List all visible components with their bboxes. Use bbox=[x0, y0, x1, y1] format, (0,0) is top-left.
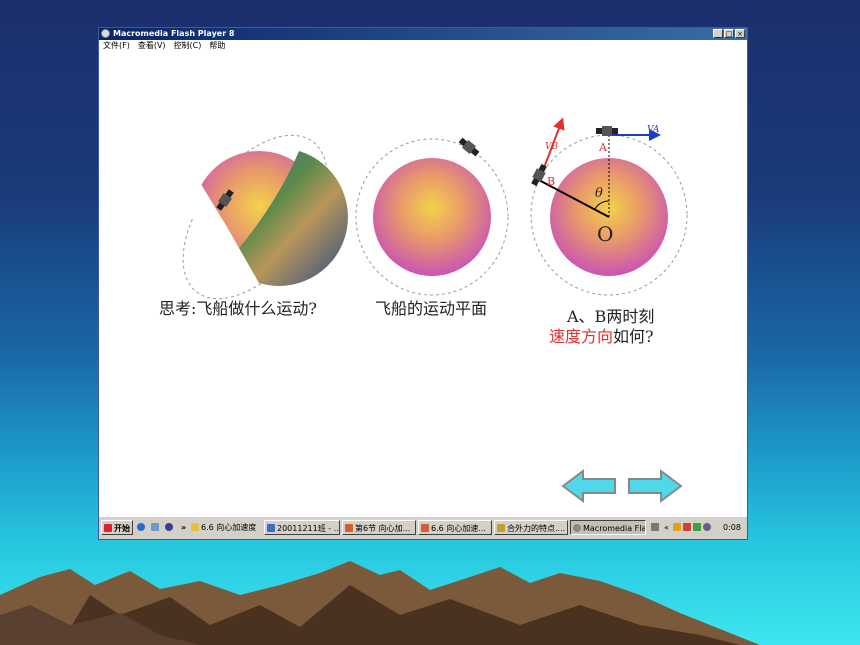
prev-arrow-button[interactable] bbox=[561, 469, 616, 503]
flash-player-window: Macromedia Flash Player 8 _ □ × 文件(F) 查看(… bbox=[98, 27, 748, 540]
quicklaunch-overflow[interactable]: » bbox=[181, 520, 186, 535]
ppt-icon bbox=[421, 524, 429, 532]
quicklaunch-media-icon[interactable] bbox=[165, 520, 175, 535]
maximize-button[interactable]: □ bbox=[724, 29, 734, 38]
label-theta: θ bbox=[595, 186, 603, 201]
taskbar-item-label: 20011211班 - ... bbox=[277, 524, 340, 533]
taskbar-item-ppt-2[interactable]: 6.6 向心加速... bbox=[418, 520, 492, 535]
label-a: A bbox=[598, 141, 608, 154]
caption-orbit-plane: 飞船的运动平面 bbox=[375, 299, 488, 318]
taskbar: 开始 » 6.6 向心加速度 20011211班 - ... 第6节 向心加..… bbox=[99, 516, 747, 539]
taskbar-item-ppt-1[interactable]: 第6节 向心加... bbox=[342, 520, 416, 535]
window-title: Macromedia Flash Player 8 bbox=[113, 29, 235, 38]
flash-app-icon bbox=[101, 29, 110, 38]
tray-network-icon bbox=[683, 523, 691, 531]
title-bar: Macromedia Flash Player 8 _ □ × bbox=[99, 28, 747, 40]
tray-clock: 0:08 bbox=[723, 523, 741, 532]
folder-icon bbox=[191, 523, 199, 531]
planet-disc bbox=[373, 158, 491, 276]
label-b: B bbox=[547, 175, 555, 188]
menu-view[interactable]: 查看(V) bbox=[138, 41, 166, 50]
taskbar-item-label: Macromedia Fla... bbox=[583, 524, 646, 533]
taskbar-item-flash-player[interactable]: Macromedia Fla... bbox=[570, 520, 646, 535]
taskbar-item-label: 合外力的特点.... bbox=[507, 524, 566, 533]
menu-control[interactable]: 控制(C) bbox=[174, 41, 202, 50]
mountain-background bbox=[0, 561, 760, 645]
quicklaunch-desktop-icon[interactable] bbox=[151, 520, 161, 535]
menu-file[interactable]: 文件(F) bbox=[103, 41, 130, 50]
taskbar-item-label: 6.6 向心加速度 bbox=[201, 523, 257, 532]
tilted-orbit-diagram bbox=[182, 134, 348, 300]
minimize-button[interactable]: _ bbox=[713, 29, 723, 38]
next-arrow-button[interactable] bbox=[628, 469, 683, 503]
flash-icon bbox=[573, 524, 581, 532]
app-icon bbox=[267, 524, 275, 532]
start-button[interactable]: 开始 bbox=[101, 520, 133, 535]
taskbar-item-class[interactable]: 20011211班 - ... bbox=[264, 520, 340, 535]
start-label: 开始 bbox=[114, 524, 130, 533]
orbit-illustrations: VA VB A B θ O bbox=[182, 117, 688, 503]
tray-app-icon bbox=[703, 523, 711, 531]
quicklaunch-ie-icon[interactable] bbox=[137, 520, 147, 535]
caption-velocity-highlight: 速度方向 bbox=[549, 327, 614, 346]
caption-question: 如何? bbox=[613, 327, 654, 346]
velocity-direction-diagram: VA VB A B θ O bbox=[530, 117, 688, 296]
tray-expand-chevron[interactable]: « bbox=[664, 520, 669, 535]
close-button[interactable]: × bbox=[735, 29, 745, 38]
tray-icons bbox=[673, 520, 713, 535]
tray-volume-icon bbox=[693, 523, 701, 531]
caption-think-motion: 思考:飞船做什么运动? bbox=[159, 299, 317, 318]
label-vb: VB bbox=[545, 142, 558, 152]
app-icon bbox=[497, 524, 505, 532]
taskbar-item-label: 第6节 向心加... bbox=[355, 524, 411, 533]
taskbar-folder-item[interactable]: 6.6 向心加速度 bbox=[191, 520, 256, 535]
taskbar-item-label: 6.6 向心加速... bbox=[431, 524, 486, 533]
menu-bar: 文件(F) 查看(V) 控制(C) 帮助 bbox=[99, 40, 747, 51]
label-va: VA bbox=[647, 125, 660, 135]
flash-stage: VA VB A B θ O 思考:飞船做什么运动? 飞船的运动平面 A、B两时刻… bbox=[99, 51, 747, 517]
tray-device-icon[interactable] bbox=[651, 520, 661, 535]
ppt-icon bbox=[345, 524, 353, 532]
menu-help[interactable]: 帮助 bbox=[209, 41, 225, 50]
orbit-plane-diagram bbox=[355, 137, 509, 296]
windows-logo-icon bbox=[104, 524, 112, 532]
taskbar-item-resultant-force[interactable]: 合外力的特点.... bbox=[494, 520, 568, 535]
label-center-o: O bbox=[597, 222, 613, 246]
tray-user-icon bbox=[673, 523, 681, 531]
caption-velocity-direction: 速度方向如何? bbox=[549, 323, 654, 347]
